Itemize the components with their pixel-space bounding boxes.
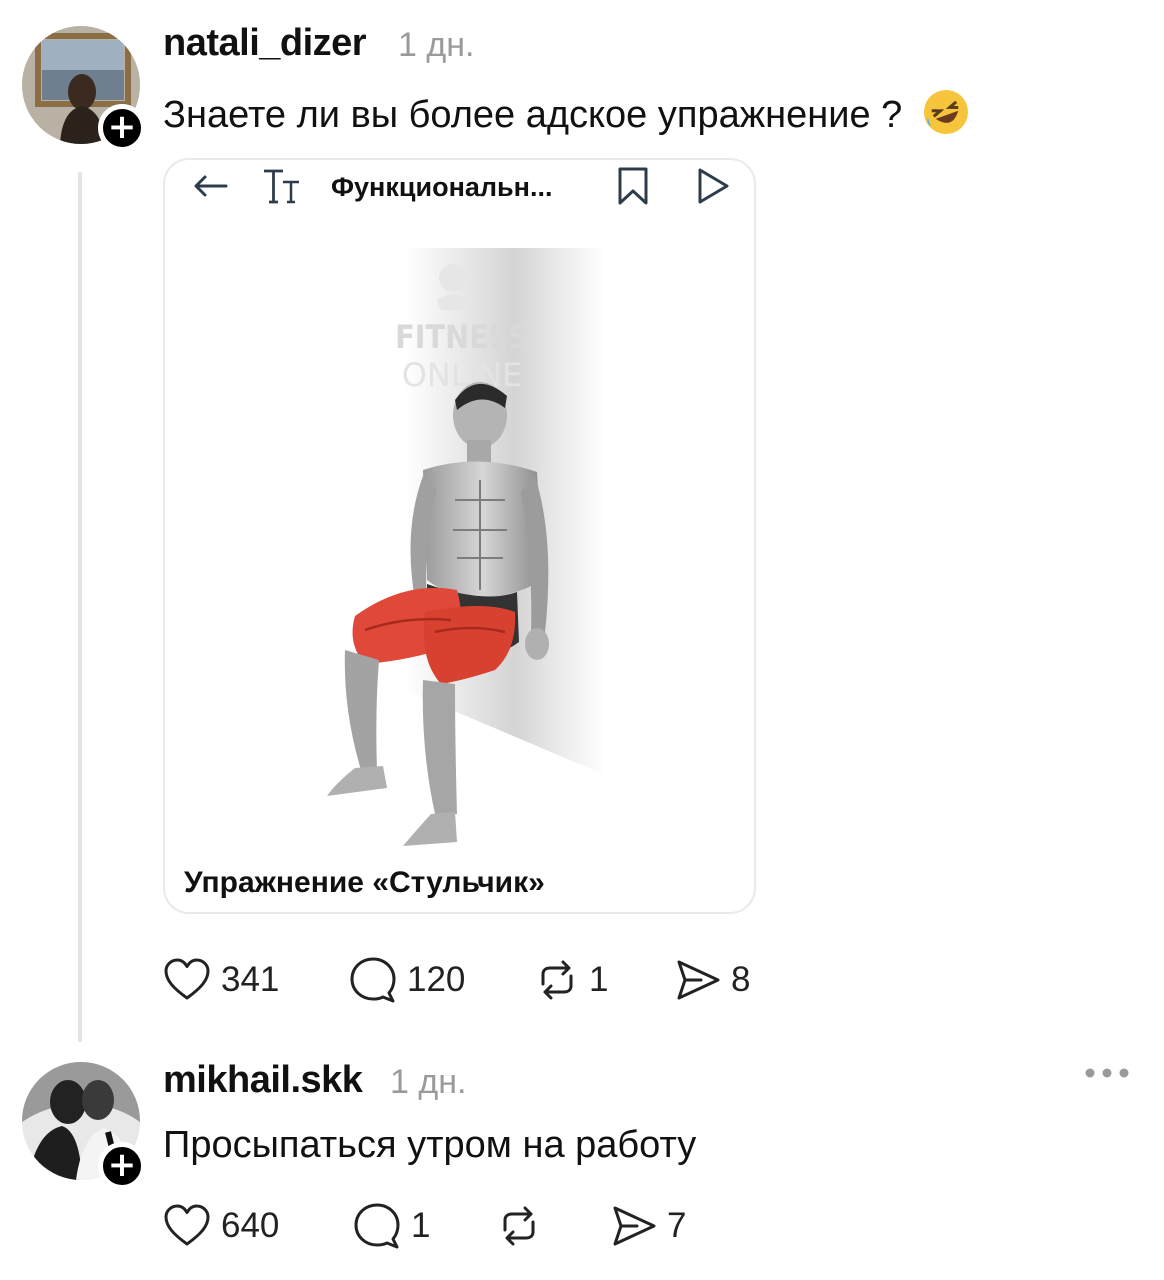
watermark-online: ONLINE [402, 356, 523, 394]
repost-button[interactable] [497, 1201, 541, 1251]
post-time: 1 дн. [398, 26, 475, 64]
like-button[interactable]: 640 [163, 1201, 279, 1251]
text-size-icon[interactable] [261, 166, 305, 211]
send-icon [675, 958, 721, 1002]
share-count: 8 [731, 960, 751, 999]
comment-button[interactable]: 1 [353, 1201, 430, 1251]
comment-count: 1 [411, 1206, 431, 1245]
post-username[interactable]: natali_dizer [163, 22, 367, 65]
follow-plus-icon[interactable]: + [98, 104, 146, 152]
rofl-emoji-icon [921, 87, 971, 147]
reply-text: Просыпаться утром на работу [163, 1124, 697, 1166]
card-caption: Упражнение «Стульчик» [184, 866, 545, 899]
reply-time: 1 дн. [390, 1063, 467, 1101]
comment-bubble-icon [349, 957, 397, 1003]
wall-sit-illustration: FITNESS ONLINE [165, 240, 754, 865]
comment-count: 120 [407, 960, 466, 999]
watermark-fitness: FITNESS [395, 318, 529, 356]
follow-plus-icon[interactable]: + [98, 1142, 146, 1190]
like-button[interactable]: 341 [163, 955, 279, 1005]
reply-username[interactable]: mikhail.skk [163, 1059, 363, 1102]
bookmark-icon[interactable] [615, 166, 651, 211]
like-count: 640 [221, 1206, 280, 1245]
link-card[interactable]: Функциональн... FITNESS ONLINE Упражнени… [163, 158, 756, 914]
comment-button[interactable]: 120 [349, 955, 465, 1005]
share-button[interactable]: 7 [611, 1201, 686, 1251]
repost-count: 1 [589, 960, 609, 999]
reply-actions: 640 1 7 [163, 1201, 723, 1251]
send-icon [611, 1204, 657, 1248]
heart-icon [163, 1204, 211, 1248]
thread-line [78, 172, 82, 1042]
repost-icon [535, 958, 579, 1002]
share-button[interactable]: 8 [675, 955, 750, 1005]
repost-button[interactable]: 1 [535, 955, 608, 1005]
card-title: Функциональн... [331, 172, 553, 202]
repost-icon [497, 1204, 541, 1248]
post-actions: 341 120 1 8 [163, 955, 783, 1005]
play-icon[interactable] [695, 166, 731, 211]
back-arrow-icon[interactable] [191, 166, 231, 211]
post-text-body: Знаете ли вы более адское упражнение ? [163, 94, 903, 137]
share-count: 7 [667, 1206, 687, 1245]
post-text: Знаете ли вы более адское упражнение ? [163, 87, 971, 147]
comment-bubble-icon [353, 1203, 401, 1249]
more-dots-icon[interactable] [1084, 1066, 1130, 1085]
like-count: 341 [221, 960, 280, 999]
card-toolbar: Функциональн... [165, 160, 754, 210]
heart-icon [163, 958, 211, 1002]
